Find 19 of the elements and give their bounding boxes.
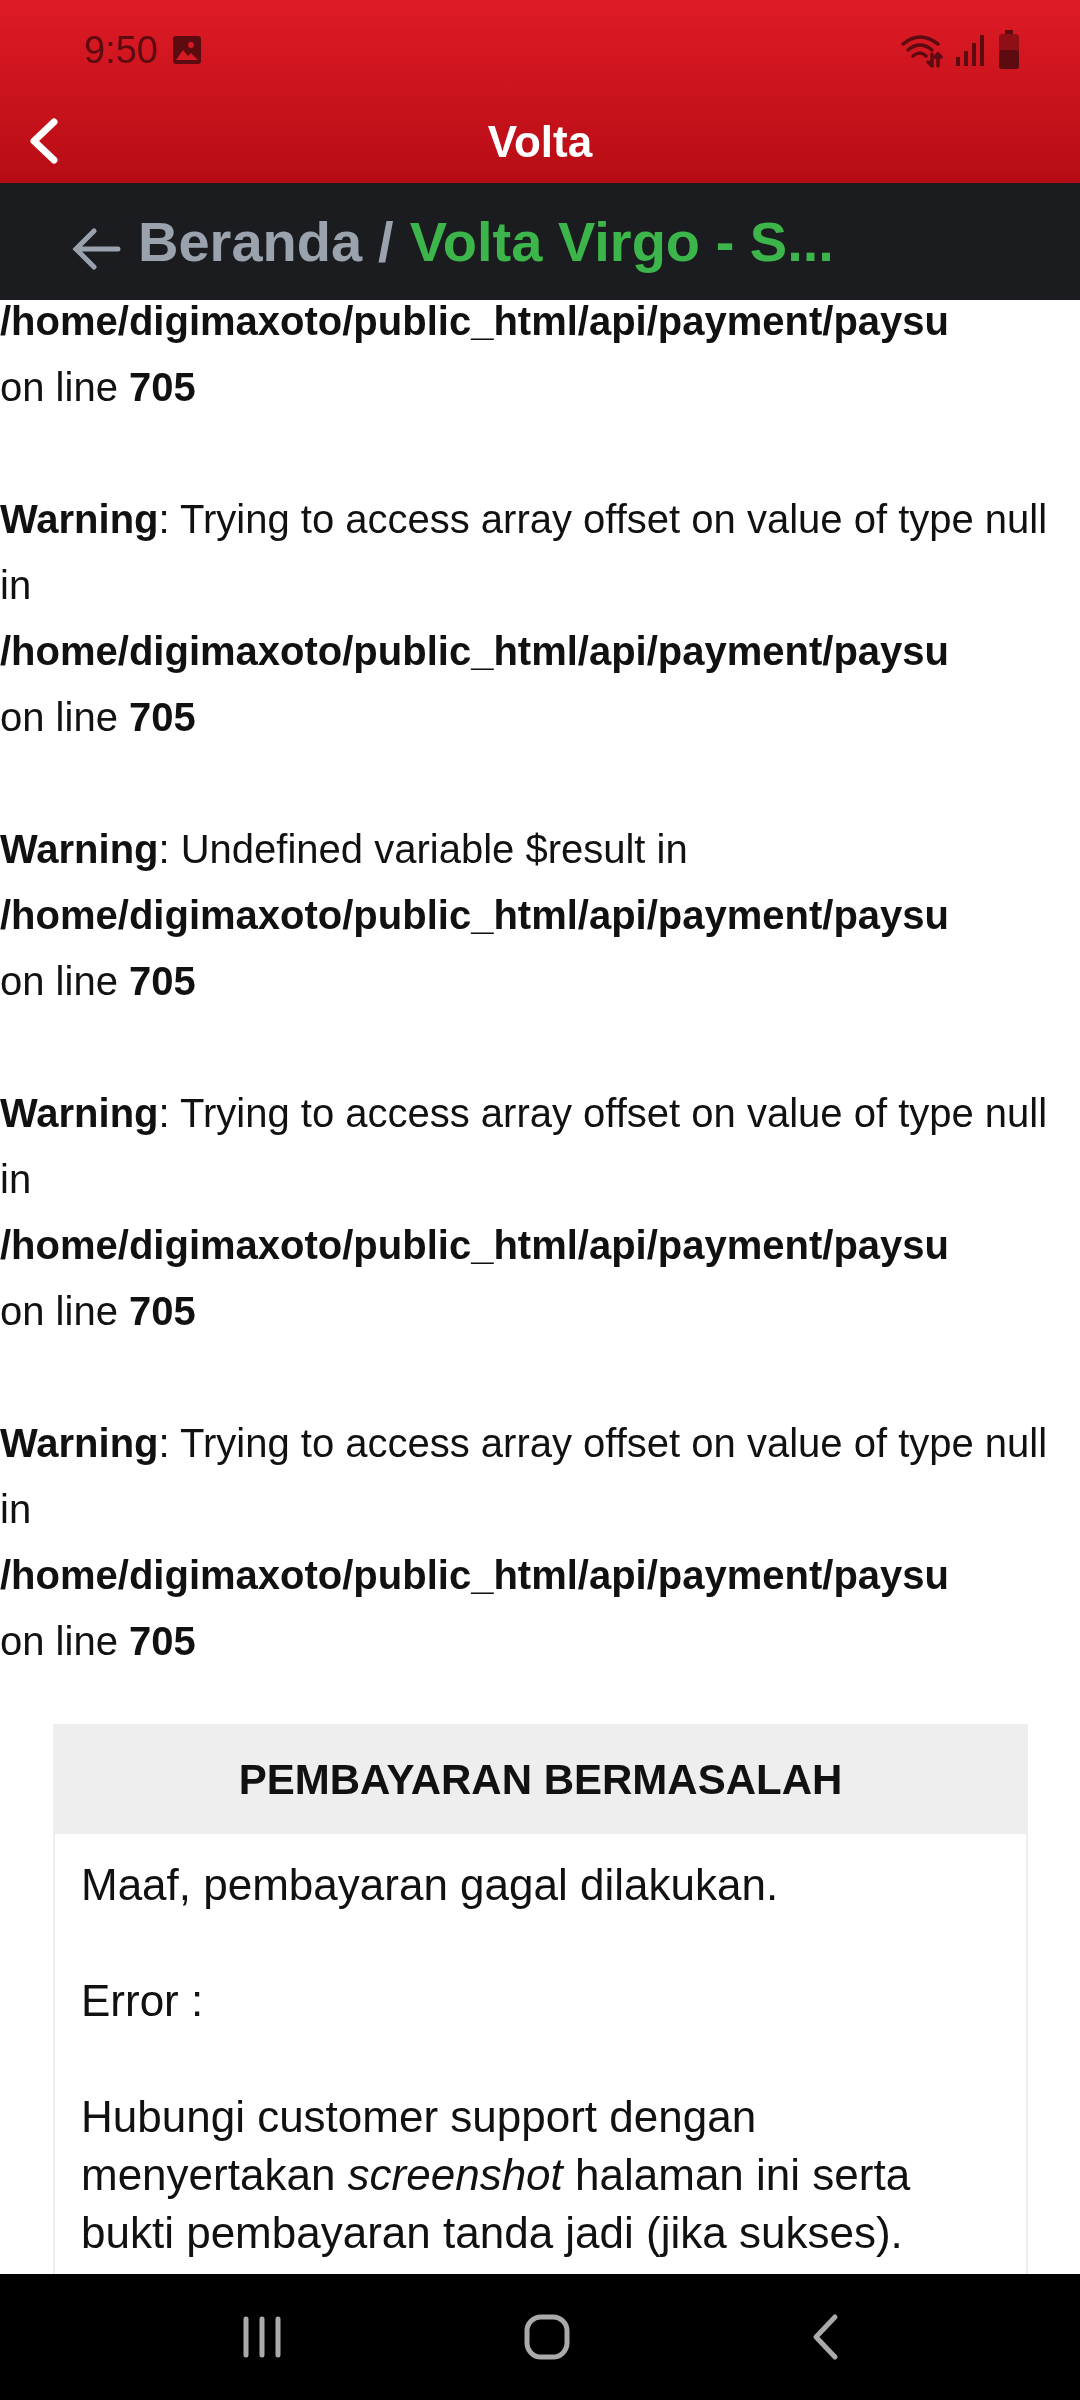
- card-title: PEMBAYARAN BERMASALAH: [55, 1726, 1026, 1834]
- card-text: Hubungi customer support dengan menyertakan screenshot halaman ini serta bukti pembayaran tanda jadi (jika sukses).: [81, 2091, 912, 2259]
- current-page-crumb[interactable]: Volta Virgo - S...: [409, 209, 834, 274]
- wifi-icon: [900, 32, 944, 68]
- warning-message: Warning: Undefined variable $result in /home/digimaxoto/public_html/api/payment/paysu on line 705: [0, 826, 951, 1005]
- warning-message: Warning: Trying to access array offset on value of type null in /home/digimaxoto/public_html/api/payment/paysu on line 705: [0, 496, 1049, 741]
- battery-icon: [998, 30, 1020, 70]
- card-text: Maaf, pembayaran gagal dilakukan.: [81, 1859, 780, 1911]
- app-title: Volta: [487, 116, 593, 167]
- breadcrumb-separator: /: [378, 209, 394, 274]
- warning-message: Warning: Trying to access array offset on value of type null in /home/digimaxoto/public_html/api/payment/paysu on line 705: [0, 1420, 1049, 1665]
- breadcrumb-link[interactable]: Beranda: [138, 209, 363, 274]
- home-icon[interactable]: [523, 2313, 571, 2361]
- warning-message: /home/digimaxoto/public_html/api/payment/paysu on line 705: [0, 300, 951, 411]
- status-time: 9:50: [84, 28, 158, 72]
- image-icon: [171, 35, 202, 65]
- back-arrow-icon[interactable]: [72, 226, 122, 271]
- card-text: Error :: [81, 1975, 205, 2027]
- warning-message: Warning: Trying to access array offset on value of type null in /home/digimaxoto/public_html/api/payment/paysu on line 705: [0, 1090, 1049, 1335]
